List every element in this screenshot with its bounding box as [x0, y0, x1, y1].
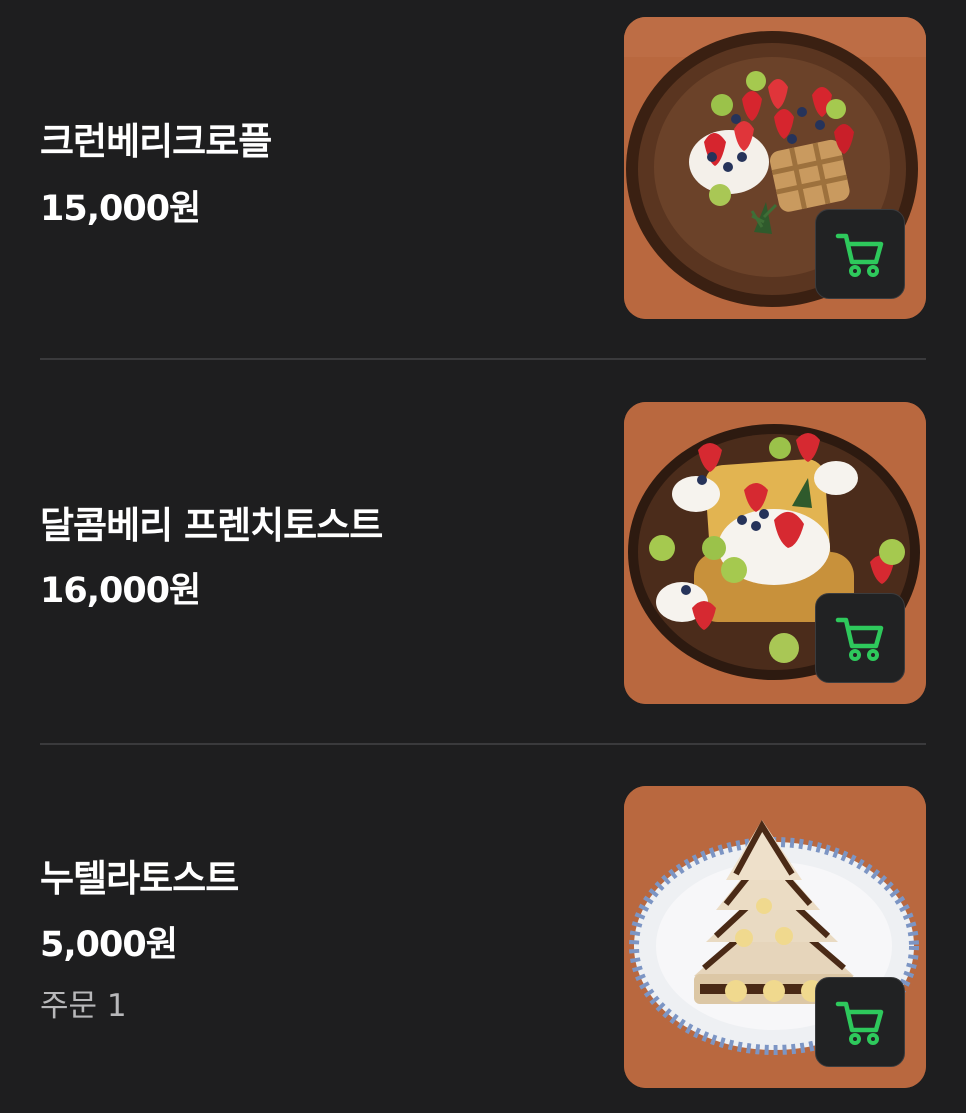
- cart-icon: [835, 617, 884, 661]
- menu-list: 크런베리크로플 15,000원 달콤베리 프렌치토스트 16,000원 누텔라토…: [0, 0, 966, 1113]
- menu-item-price: 15,000원: [40, 189, 201, 229]
- menu-item-french-toast[interactable]: 달콤베리 프렌치토스트 16,000원: [0, 360, 966, 744]
- cart-icon: [835, 233, 884, 277]
- menu-item-name: 크런베리크로플: [40, 120, 272, 163]
- menu-item-name: 누텔라토스트: [40, 857, 239, 900]
- cart-icon: [835, 1001, 884, 1045]
- menu-item-name: 달콤베리 프렌치토스트: [40, 504, 383, 547]
- menu-item-nutella-toast[interactable]: 누텔라토스트 5,000원 주문 1: [0, 744, 966, 1113]
- order-count: 주문 1: [40, 988, 127, 1024]
- add-to-cart-button[interactable]: [815, 209, 905, 299]
- menu-item-price: 16,000원: [40, 571, 201, 611]
- menu-item-price: 5,000원: [40, 925, 178, 965]
- add-to-cart-button[interactable]: [815, 977, 905, 1067]
- add-to-cart-button[interactable]: [815, 593, 905, 683]
- menu-item-croffle[interactable]: 크런베리크로플 15,000원: [0, 0, 966, 360]
